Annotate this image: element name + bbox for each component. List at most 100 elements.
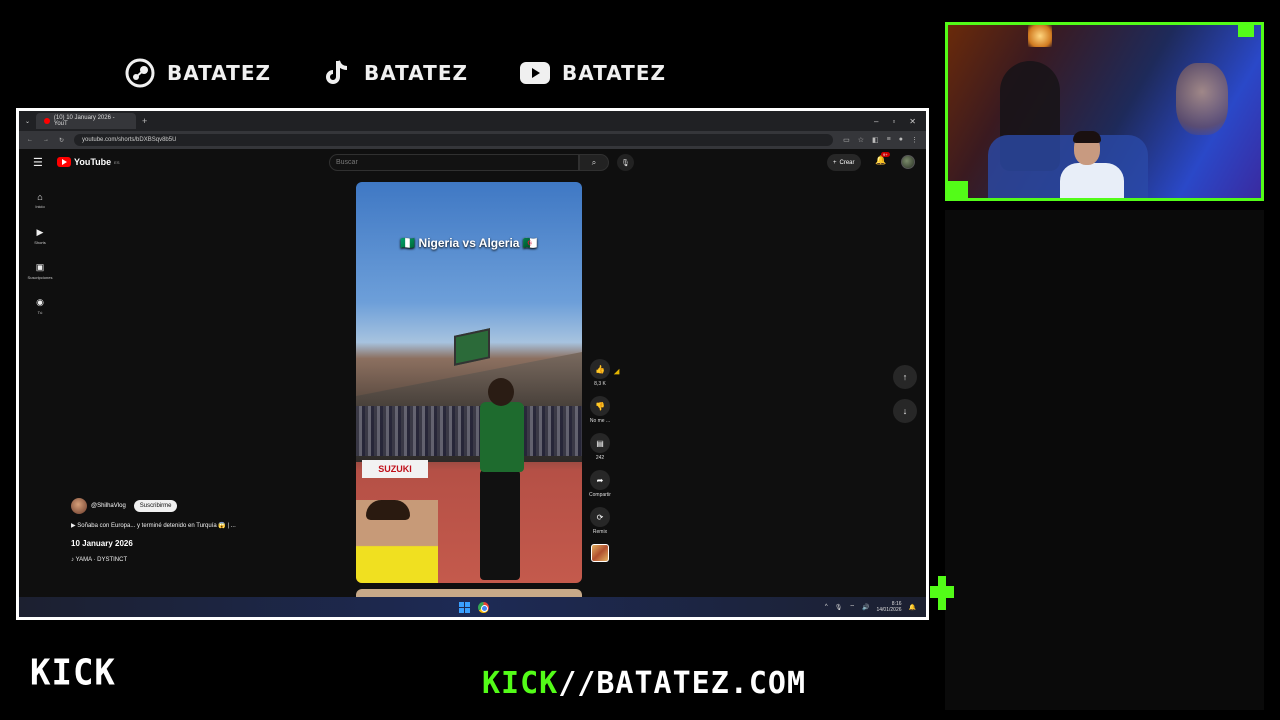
plus-icon: + [833, 159, 837, 166]
home-icon: ⌂ [37, 192, 43, 202]
remix-action[interactable]: ⟳ Remix [587, 507, 613, 535]
video-caption: 🇳🇬 Nigeria vs Algeria 🇩🇿 [400, 236, 538, 250]
next-short-preview[interactable] [356, 589, 582, 597]
share-action[interactable]: ➦ Compartir [587, 470, 613, 498]
create-label: Crear [839, 159, 855, 166]
reload-icon[interactable]: ↻ [59, 137, 64, 144]
hamburger-menu-icon[interactable]: ☰ [33, 156, 47, 169]
notification-center-icon[interactable]: 🔔 [909, 604, 916, 611]
tab-search-icon[interactable]: ⌄ [25, 118, 30, 125]
sidebar-item-subscriptions[interactable]: ▣ Suscripciones [25, 253, 55, 288]
sidebar-item-label: Tú [37, 309, 43, 315]
taskbar-clock[interactable]: 8:16 14/01/2026 [876, 601, 901, 613]
search-icon: ⌕ [591, 157, 597, 167]
windows-start-icon[interactable] [459, 601, 470, 613]
sidebar-item-label: Inicio [35, 204, 45, 209]
stadium-screen [454, 328, 490, 366]
tab-strip: ⌄ (10) 10 January 2026 - YouT + – ▫ ✕ [19, 111, 926, 131]
stream-overlay: BATATEZ BATATEZ BATATEZ ⌄ (10) 10 Januar… [0, 0, 1280, 720]
mic-icon: 🎙 [621, 159, 630, 167]
sidebar-item-label: Suscripciones [27, 274, 53, 280]
related-video-link[interactable]: ▶ Soñaba con Europa... y terminé detenid… [71, 522, 311, 529]
youtube-logo-text: YouTube [74, 157, 112, 167]
youtube-logo[interactable]: YouTube ES [57, 157, 120, 167]
frame-corner [948, 181, 968, 198]
minimize-icon[interactable]: – [874, 117, 878, 126]
sidebar-item-shorts[interactable]: ▶ Shorts [25, 218, 55, 253]
lamp [1028, 25, 1052, 47]
next-short-button[interactable]: ↓ [893, 399, 917, 423]
previous-short-button[interactable]: ↑ [893, 365, 917, 389]
forward-icon[interactable]: → [43, 137, 49, 143]
channel-avatar[interactable] [71, 498, 87, 514]
profile-icon[interactable]: ● [899, 136, 903, 144]
ad-board: SUZUKI [362, 460, 428, 478]
notifications-badge: 9+ [881, 152, 890, 157]
back-icon[interactable]: ← [27, 137, 33, 143]
chrome-icon[interactable] [478, 601, 489, 613]
subscribe-button[interactable]: Suscribirme [133, 500, 178, 512]
social-youtube: BATATEZ [520, 58, 666, 88]
youtube-favicon [44, 118, 50, 124]
browser-menu-icon[interactable]: ⋮ [911, 136, 918, 144]
social-tiktok: BATATEZ [322, 58, 468, 88]
share-icon[interactable]: ➦ [590, 470, 610, 490]
mic-tray-icon[interactable]: 🎙 [835, 604, 843, 611]
steam-handle: BATATEZ [167, 61, 271, 85]
url-field[interactable]: youtube.com/shorts/bDXBSqv8b5U [74, 134, 834, 146]
thumbs-up-icon[interactable]: 👍 [590, 359, 610, 379]
notifications-button[interactable]: 🔔 9+ [875, 152, 890, 166]
dislike-action[interactable]: 👎 No me ... [587, 396, 613, 424]
search-input[interactable]: Buscar [329, 154, 579, 171]
thumbs-down-icon[interactable]: 👎 [590, 396, 610, 416]
sound-link[interactable]: ♪ YAMA · DYSTINCT [71, 557, 311, 563]
new-tab-icon[interactable]: + [142, 116, 147, 126]
network-icon[interactable]: ⌔ [849, 603, 855, 611]
browser-tab[interactable]: (10) 10 January 2026 - YouT [36, 113, 137, 129]
search-placeholder: Buscar [336, 159, 358, 166]
social-steam: BATATEZ [125, 58, 271, 88]
close-icon[interactable]: ✕ [909, 117, 916, 126]
sidebar-item-you[interactable]: ◉ Tú [25, 288, 55, 323]
steam-icon [125, 58, 155, 88]
maximize-icon[interactable]: ▫ [892, 117, 895, 126]
extensions-icon[interactable]: ◧ [872, 136, 879, 144]
cast-icon[interactable]: ▭ [843, 136, 850, 144]
remix-icon[interactable]: ⟳ [590, 507, 610, 527]
sound-thumbnail[interactable] [591, 544, 609, 562]
short-metadata: @ShilhaVlog Suscribirme ▶ Soñaba con Eur… [71, 498, 311, 563]
kick-url-rest: //BATATEZ.COM [558, 666, 807, 701]
sidebar-item-home[interactable]: ⌂ Inicio [25, 183, 55, 218]
youtube-handle: BATATEZ [562, 61, 666, 85]
you-icon: ◉ [36, 296, 44, 307]
channel-row: @ShilhaVlog Suscribirme [71, 498, 311, 514]
browser-capture: ⌄ (10) 10 January 2026 - YouT + – ▫ ✕ ← … [16, 108, 929, 620]
stadium-crowd [356, 406, 582, 456]
account-avatar[interactable] [901, 155, 915, 169]
reading-list-icon[interactable]: ≡ [887, 136, 891, 144]
create-button[interactable]: + Crear [827, 154, 861, 171]
mouse-cursor-icon [613, 368, 623, 378]
arrow-down-icon: ↓ [902, 406, 908, 416]
like-action[interactable]: 👍 8,3 K [587, 359, 613, 387]
kick-channel-url: KICK//BATATEZ.COM [482, 664, 806, 704]
shorts-icon: ▶ [36, 226, 44, 237]
sidebar-item-label: Shorts [34, 239, 46, 245]
youtube-icon [520, 58, 550, 88]
streamer [1060, 131, 1140, 198]
bookmark-star-icon[interactable]: ☆ [858, 136, 864, 144]
tray-expand-icon[interactable]: ^ [825, 604, 828, 610]
sound-action[interactable] [587, 544, 613, 562]
webcam-feed [945, 22, 1264, 201]
volume-icon[interactable]: 🔊 [862, 604, 869, 611]
search-button[interactable]: ⌕ [579, 154, 609, 171]
voice-search-button[interactable]: 🎙 [617, 154, 634, 171]
comment-icon[interactable]: ▤ [590, 433, 610, 453]
dancing-person [474, 378, 532, 583]
short-video-player[interactable]: SUZUKI 🇳🇬 Nigeria vs Algeria 🇩🇿 [356, 182, 582, 583]
dislike-label: No me ... [589, 418, 611, 424]
like-count: 8,3 K [594, 381, 606, 387]
short-navigation: ↑ ↓ [893, 365, 917, 433]
channel-name[interactable]: @ShilhaVlog [91, 503, 126, 509]
comments-action[interactable]: ▤ 242 [587, 433, 613, 461]
